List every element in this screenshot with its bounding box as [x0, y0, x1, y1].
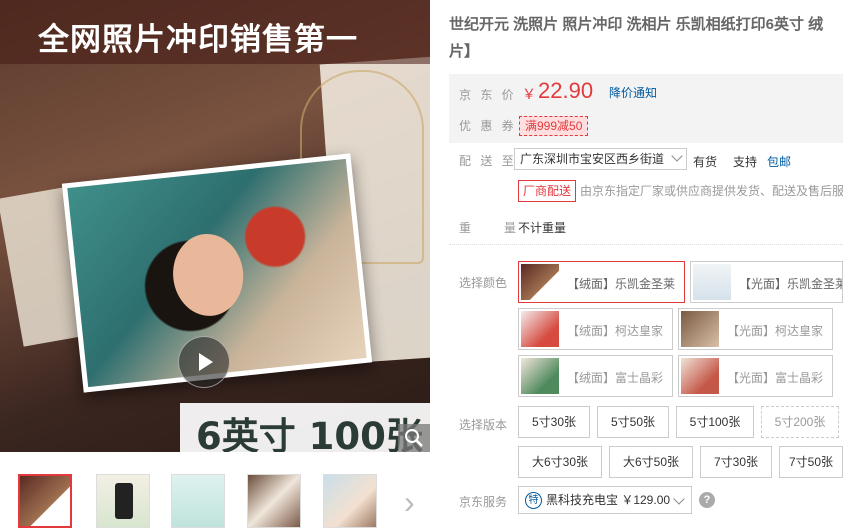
weight-label: 重 量 [459, 221, 520, 235]
help-icon[interactable]: ? [699, 492, 715, 508]
color-option[interactable]: 【光面】柯达皇家 [678, 308, 833, 350]
divider [449, 244, 843, 245]
color-option[interactable]: 【绒面】乐凯金圣莱 [518, 261, 685, 303]
price-currency: ￥ [522, 86, 536, 102]
color-swatch [521, 264, 559, 300]
zoom-icon[interactable] [398, 424, 430, 452]
color-option-label: 【光面】富士晶彩 [727, 371, 824, 385]
service-text: 黑科技充电宝 ￥129.00 [546, 493, 671, 507]
free-shipping-link[interactable]: 包邮 [767, 153, 791, 170]
thumbnail-next-chevron-icon[interactable]: › [404, 484, 415, 521]
price-alert-link[interactable]: 降价通知 [609, 84, 657, 101]
special-badge-icon: 特 [525, 492, 542, 509]
address-selector[interactable]: 广东深圳市宝安区西乡街道 [514, 148, 687, 170]
color-swatch [681, 358, 719, 394]
thumbnail-1[interactable] [18, 474, 72, 528]
version-option[interactable]: 5寸30张 [518, 406, 590, 438]
color-label: 选择颜色 [459, 276, 508, 290]
color-option-label: 【绒面】柯达皇家 [567, 324, 664, 338]
support-label: 支持 [733, 155, 758, 169]
color-swatch [693, 264, 731, 300]
portrait-face [169, 230, 248, 320]
color-swatch [521, 311, 559, 347]
product-title-cont: 片】 [449, 43, 480, 60]
version-option[interactable]: 5寸100张 [676, 406, 754, 438]
thumbnail-4[interactable] [247, 474, 301, 528]
color-option[interactable]: 【光面】富士晶彩 [678, 355, 833, 397]
color-option-label: 【光面】柯达皇家 [727, 324, 824, 338]
factory-delivery-tag: 厂商配送 [518, 180, 577, 202]
thumbnail-5[interactable] [323, 474, 377, 528]
version-option[interactable]: 7寸30张 [700, 446, 772, 478]
version-label: 选择版本 [459, 418, 508, 432]
version-option[interactable]: 5寸50张 [597, 406, 669, 438]
factory-delivery-desc: 由京东指定厂家或供应商提供发货、配送及售后服务 [580, 184, 843, 198]
address-text: 广东深圳市宝安区西乡街道 [520, 152, 665, 166]
chevron-down-icon [673, 493, 685, 505]
banner-text: 全网照片冲印销售第一 [38, 22, 358, 58]
price-value: 22.90 [538, 78, 594, 103]
thumbnail-strip: › [0, 464, 430, 532]
coupon-badge[interactable]: 满999减50 [519, 116, 589, 136]
thumbnail-3[interactable] [171, 474, 225, 528]
stock-status: 有货 [693, 155, 718, 169]
color-option[interactable]: 【绒面】柯达皇家 [518, 308, 673, 350]
color-option-label: 【光面】乐凯金圣莱 [739, 277, 843, 291]
price-label: 京 东 价 [459, 88, 517, 102]
coupon-label: 优 惠 券 [459, 119, 517, 133]
version-option[interactable]: 大6寸30张 [518, 446, 602, 478]
thumbnail-2[interactable] [96, 474, 150, 528]
weight-value: 不计重量 [518, 221, 567, 235]
image-banner: 全网照片冲印销售第一 [0, 0, 430, 64]
chevron-down-icon [671, 150, 683, 162]
version-option[interactable]: 7寸50张 [779, 446, 843, 478]
size-badge: 6英寸 100张 [180, 403, 430, 452]
version-option[interactable]: 大6寸50张 [609, 446, 693, 478]
version-option[interactable]: 5寸200张 [761, 406, 839, 438]
main-product-image[interactable]: 全网照片冲印销售第一 6英寸 100张 [0, 0, 430, 452]
size-badge-text: 6英寸 100张 [196, 415, 423, 452]
delivery-label: 配 送 至 [459, 154, 517, 168]
play-video-icon[interactable] [178, 336, 230, 388]
color-option[interactable]: 【光面】乐凯金圣莱 [690, 261, 843, 303]
price-box: 京 东 价 ￥ 22.90 降价通知 优 惠 券 满999减50 [449, 74, 843, 143]
color-option[interactable]: 【绒面】富士晶彩 [518, 355, 673, 397]
color-option-label: 【绒面】乐凯金圣莱 [567, 277, 676, 291]
color-swatch [521, 358, 559, 394]
service-label: 京东服务 [459, 495, 508, 509]
product-title: 世纪开元 洗照片 照片冲印 洗相片 乐凯相纸打印6英寸 绒 [449, 16, 824, 33]
service-selector[interactable]: 特 黑科技充电宝 ￥129.00 [518, 486, 692, 514]
color-option-label: 【绒面】富士晶彩 [567, 371, 664, 385]
color-swatch [681, 311, 719, 347]
